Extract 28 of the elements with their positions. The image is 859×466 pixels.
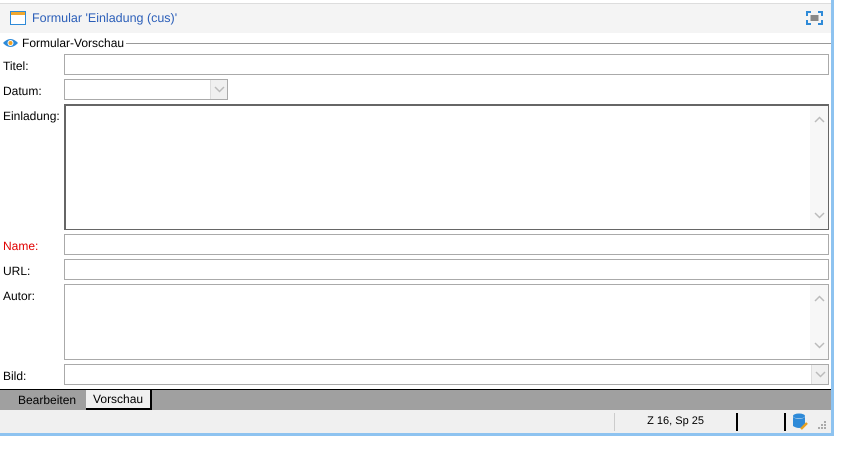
field-label: Autor: (2, 288, 36, 306)
field-label: Titel: (2, 58, 30, 76)
eye-icon (3, 38, 18, 48)
resize-grip-icon[interactable] (817, 420, 827, 430)
text-area[interactable] (64, 104, 829, 230)
field-label: Einladung: (2, 108, 61, 126)
date-dropdown[interactable] (64, 79, 228, 100)
scroll-down-icon[interactable] (814, 342, 824, 350)
caret-icon[interactable] (214, 86, 224, 94)
field-label: Datum: (2, 83, 43, 100)
field-label: Bild: (2, 368, 28, 386)
group-label: Formular-Vorschau (22, 35, 124, 52)
caret-icon[interactable] (814, 371, 826, 378)
scroll-down-icon[interactable] (814, 212, 824, 220)
window-title: Formular 'Einladung (cus)' (32, 10, 178, 27)
maximize-icon[interactable] (806, 11, 823, 26)
input-field[interactable] (64, 54, 829, 76)
scroll-up-icon[interactable] (814, 116, 824, 124)
input-field[interactable] (64, 234, 829, 256)
input-field[interactable] (64, 259, 829, 280)
tab[interactable]: Vorschau (86, 390, 152, 410)
form-window-icon (10, 11, 26, 26)
tab[interactable]: Bearbeiten (8, 390, 86, 410)
field-label: URL: (2, 263, 32, 280)
field-label: Name: (2, 238, 40, 256)
dropdown-field[interactable] (64, 364, 829, 386)
scroll-up-icon[interactable] (814, 295, 824, 302)
database-icon[interactable] (792, 413, 809, 430)
